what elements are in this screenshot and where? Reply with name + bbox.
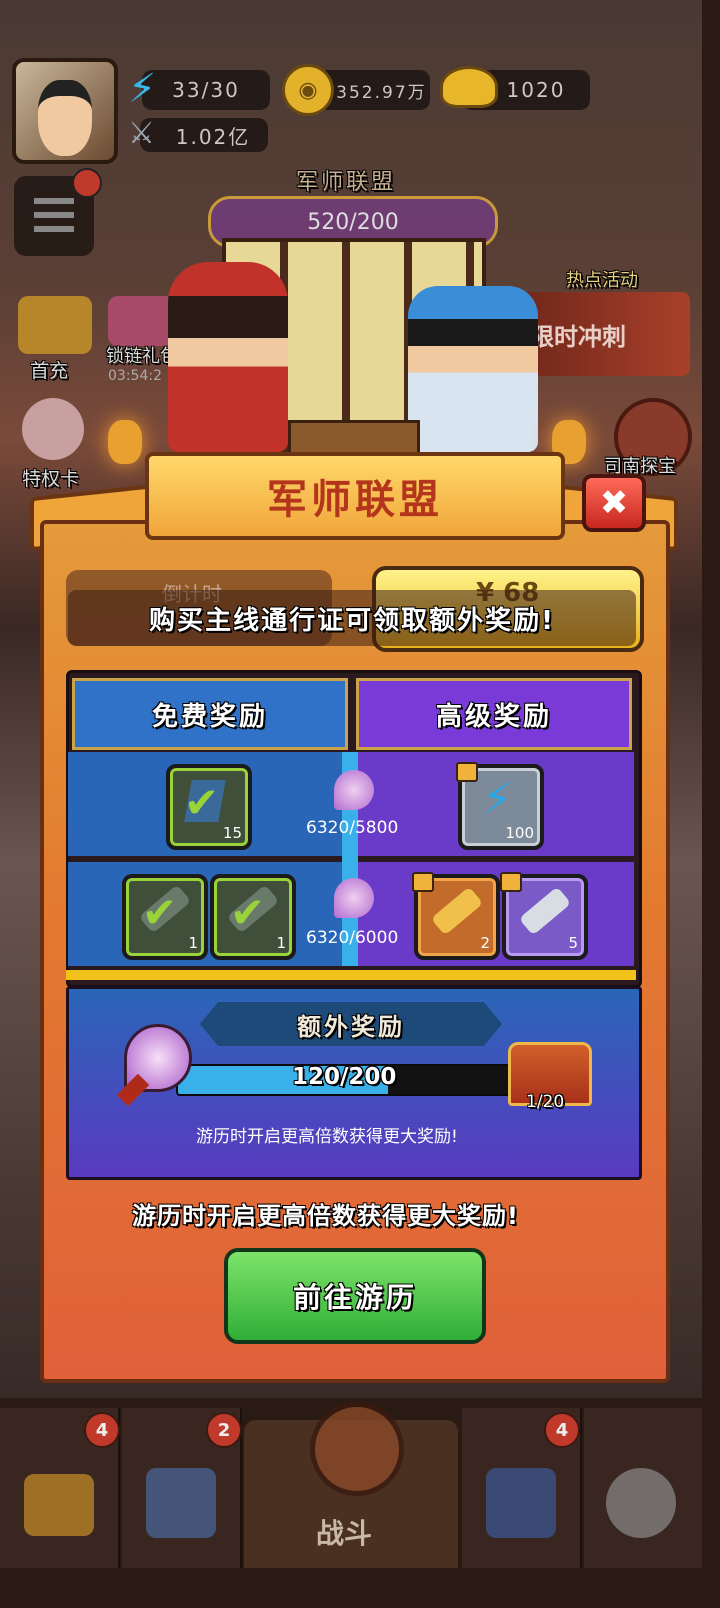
feather-brush-icon (334, 770, 374, 810)
row-2-progress: 6320/6000 (306, 928, 399, 948)
chest-nav-icon (24, 1474, 94, 1536)
reward-qty: 5 (568, 934, 578, 952)
nav-badge-1: 4 (84, 1412, 120, 1448)
track-divider (66, 970, 636, 980)
battle-label: 战斗 (316, 1517, 373, 1550)
go-travel-button[interactable]: 前往游历 (224, 1248, 486, 1344)
tab-free-label: 免费奖励 (151, 701, 268, 732)
alliance-title-bg: 军师联盟 (296, 170, 397, 195)
helmet-nav-icon (606, 1468, 676, 1538)
nav-badge-2: 2 (206, 1412, 242, 1448)
extra-hint-text: 游历时开启更高倍数获得更大奖励! (196, 1127, 458, 1147)
player-avatar[interactable] (12, 58, 118, 164)
bottom-hint-text: 游历时开启更高倍数获得更大奖励! (132, 1202, 519, 1230)
coin-value: 1352.97万 (323, 82, 427, 103)
first-recharge-icon[interactable] (18, 296, 92, 354)
energy-value: 33/30 (172, 78, 240, 102)
nav-badge-3: 4 (544, 1412, 580, 1448)
hot-event-label: 热点活动 (566, 270, 638, 291)
reward-item-free-2a[interactable]: ✔ 1 (122, 874, 208, 960)
robe-nav-icon (486, 1468, 556, 1538)
gold-key-icon (430, 886, 484, 936)
privilege-card-label: 特权卡 (22, 468, 80, 490)
limited-sprint-label: 限时冲刺 (530, 322, 626, 351)
lightning-icon[interactable]: ⚡ (128, 66, 162, 112)
lock-icon (456, 762, 478, 782)
gold-value: 1020 (506, 78, 566, 102)
gold-ingot-icon[interactable] (440, 66, 498, 108)
lightning-energy-icon: ⚡ (482, 774, 513, 825)
power-value: 1.02亿 (175, 124, 251, 149)
crossed-swords-icon: ⚔ (128, 116, 155, 151)
extra-reward-title: 额外奖励 (297, 1012, 405, 1041)
check-icon: ✔ (142, 888, 178, 937)
tab-premium-label: 高级奖励 (435, 701, 552, 732)
lock-icon (412, 872, 434, 892)
reward-qty: 2 (480, 934, 490, 952)
dialog-title-banner: 军师联盟 (145, 452, 565, 540)
go-travel-label: 前往游历 (292, 1281, 417, 1314)
alliance-progress-bg-value: 520/200 (307, 209, 399, 235)
reward-item-free-1[interactable]: ✔ 15 (166, 764, 252, 850)
lock-icon (500, 872, 522, 892)
check-icon: ✔ (184, 778, 220, 827)
reward-qty: 100 (505, 824, 534, 842)
extra-reward-header: 额外奖励 (200, 1002, 502, 1046)
battle-drum-icon (310, 1402, 404, 1496)
lantern-left (108, 420, 142, 464)
chess-table (288, 420, 420, 456)
nav-hero-slot[interactable] (584, 1408, 702, 1568)
coin-icon[interactable]: ◉ (282, 64, 334, 116)
chest-count: 1/20 (526, 1092, 565, 1112)
notice-text: 购买主线通行证可领取额外奖励! (149, 605, 555, 636)
extra-progress-text: 120/200 (292, 1064, 397, 1090)
feather-brush-icon (334, 878, 374, 918)
row-1-progress: 6320/5800 (306, 818, 399, 838)
dialog-title: 军师联盟 (267, 477, 443, 523)
check-icon: ✔ (230, 888, 266, 937)
reward-item-free-2b[interactable]: ✔ 1 (210, 874, 296, 960)
hamburger-icon (34, 198, 74, 204)
first-recharge-label: 首充 (30, 360, 69, 382)
tab-free-rewards[interactable]: 免费奖励 (72, 678, 348, 750)
chain-gift-timer: 03:54:2 (108, 368, 162, 384)
hero-face-icon (38, 80, 92, 156)
blue-strategist-character (408, 286, 538, 452)
close-icon: ✖ (599, 483, 629, 523)
close-button[interactable]: ✖ (582, 474, 646, 532)
armor-nav-icon (146, 1468, 216, 1538)
notice-bar: 购买主线通行证可领取额外奖励! (68, 590, 636, 646)
tab-premium-rewards[interactable]: 高级奖励 (356, 678, 632, 750)
reward-qty: 1 (188, 934, 198, 952)
reward-qty: 15 (222, 824, 242, 842)
reward-qty: 1 (276, 934, 286, 952)
red-general-character (168, 262, 288, 452)
silver-key-icon (518, 886, 572, 936)
nav-battle-slot[interactable]: 战斗 (244, 1402, 458, 1568)
privilege-card-icon[interactable] (22, 398, 84, 460)
notification-dot (72, 168, 102, 198)
